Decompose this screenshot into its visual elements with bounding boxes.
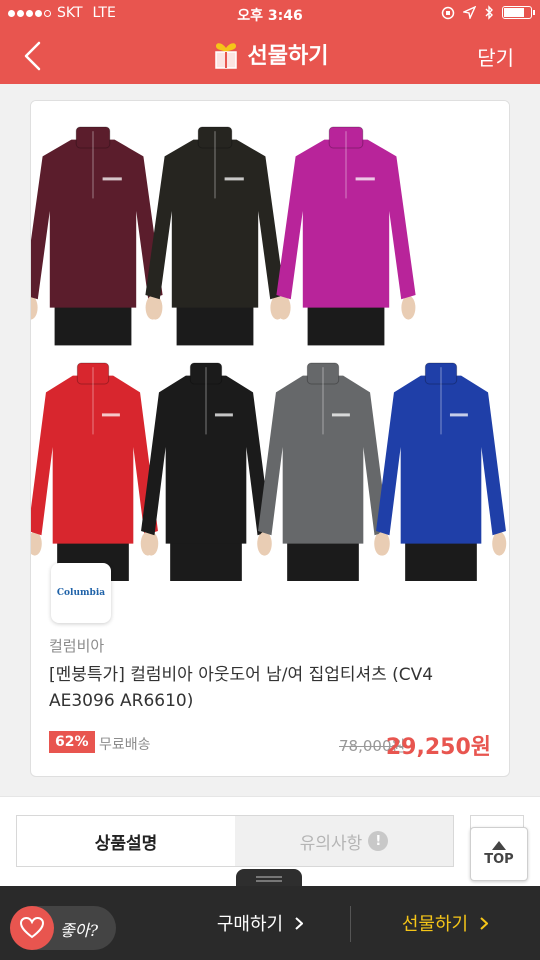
- shipping-label: 무료배송: [99, 737, 151, 753]
- orientation-lock-icon: [441, 6, 455, 19]
- tab-notice[interactable]: 유의사항 !: [235, 816, 453, 866]
- bottom-bar: 좋아? 구매하기 선물하기: [0, 886, 540, 960]
- drawer-handle[interactable]: [236, 869, 302, 887]
- location-icon: [463, 6, 476, 19]
- product-title: [멘붕특가] 컬럼비아 아웃도어 남/여 집업티셔츠 (CV4 AE3096 A…: [49, 665, 434, 711]
- chevron-right-icon: [295, 916, 304, 930]
- sale-price: 29,250원: [385, 735, 491, 760]
- bluetooth-icon: [485, 5, 493, 20]
- tab-bar: 상품설명 유의사항 !: [16, 815, 454, 867]
- scroll-top-label: TOP: [484, 852, 514, 867]
- buy-label: 구매하기: [216, 914, 284, 935]
- scroll-top-button[interactable]: TOP: [470, 827, 528, 881]
- close-button[interactable]: 닫기: [477, 42, 514, 71]
- header-title-wrap: 선물하기: [0, 38, 540, 70]
- product-image: [31, 101, 509, 581]
- like-button[interactable]: [10, 906, 54, 950]
- brand-logo-text: Columbia: [56, 588, 106, 598]
- gift-icon: [214, 43, 237, 69]
- heart-icon: [20, 917, 44, 939]
- buy-button[interactable]: 구매하기: [170, 908, 350, 938]
- discount-badge: 62%: [49, 731, 95, 753]
- battery-icon: [502, 6, 535, 19]
- tab-description-label: 상품설명: [94, 833, 158, 854]
- like-toggle[interactable]: 좋아?: [10, 906, 116, 950]
- tab-notice-label: 유의사항: [299, 833, 363, 854]
- arrow-up-icon: [492, 841, 506, 850]
- gift-button[interactable]: 선물하기: [360, 908, 530, 938]
- tab-description[interactable]: 상품설명: [17, 816, 235, 866]
- brand-name[interactable]: 컬럼비아: [49, 635, 104, 656]
- status-right: [441, 5, 535, 20]
- info-icon: !: [368, 831, 389, 851]
- bottom-divider: [350, 906, 351, 942]
- gift-label: 선물하기: [401, 914, 469, 935]
- product-card[interactable]: Columbia 컬럼비아 [멘붕특가] 컬럼비아 아웃도어 남/여 집업티셔츠…: [30, 100, 510, 777]
- like-label: 좋아?: [60, 921, 99, 940]
- header: 선물하기 닫기: [0, 28, 540, 84]
- brand-logo[interactable]: Columbia: [51, 563, 111, 623]
- status-bar: SKT LTE 오후 3:46: [0, 0, 540, 28]
- chevron-right-icon: [480, 916, 489, 930]
- page-title: 선물하기: [247, 44, 329, 69]
